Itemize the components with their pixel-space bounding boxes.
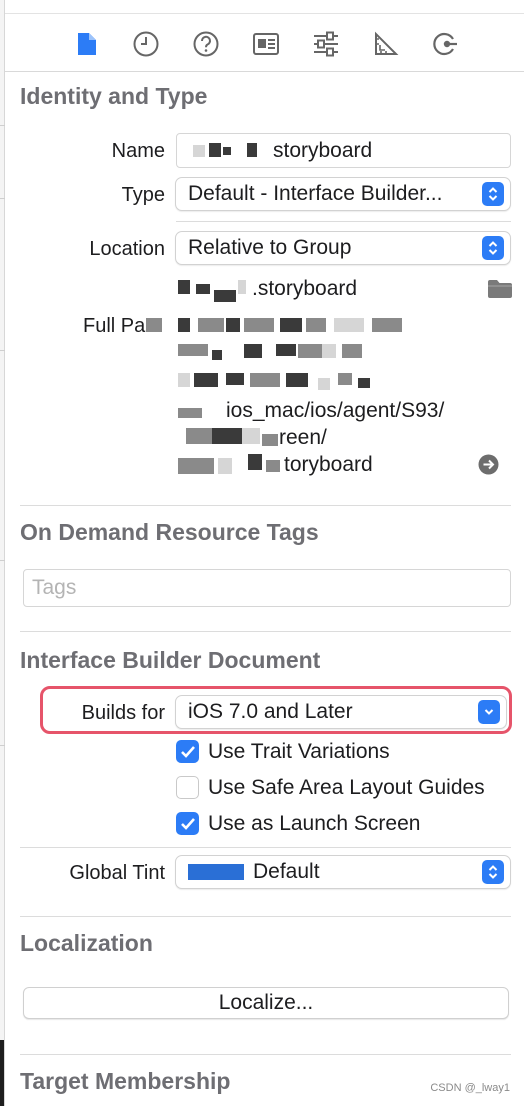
toolbar-divider	[5, 71, 524, 72]
popup-stepper-icon	[482, 860, 504, 884]
identity-inspector-icon[interactable]	[250, 28, 282, 60]
on-demand-title: On Demand Resource Tags	[20, 519, 319, 545]
folder-icon[interactable]	[487, 279, 513, 304]
target-membership-title: Target Membership	[20, 1068, 231, 1094]
redacted-text	[238, 280, 246, 294]
divider	[20, 631, 511, 632]
checkmark-icon	[180, 745, 195, 758]
global-tint-value: Default	[253, 860, 320, 883]
history-inspector-icon[interactable]	[130, 28, 162, 60]
location-file-name: .storyboard	[252, 277, 358, 300]
divider	[20, 1054, 511, 1055]
divider	[20, 505, 511, 506]
use-safe-area-label: Use Safe Area Layout Guides	[208, 776, 485, 799]
connections-inspector-icon[interactable]	[429, 28, 461, 60]
highlight-box	[40, 686, 512, 734]
ib-document-title: Interface Builder Document	[20, 647, 321, 673]
full-path-line: toryboard	[284, 453, 373, 476]
tags-input[interactable]: Tags	[23, 569, 511, 607]
type-label: Type	[121, 184, 165, 206]
checkmark-icon	[180, 817, 195, 830]
name-field[interactable]: storyboard	[176, 133, 511, 168]
popup-stepper-icon	[482, 236, 504, 260]
divider	[20, 847, 511, 848]
quick-help-icon[interactable]	[190, 28, 222, 60]
use-as-launch-screen-label: Use as Launch Screen	[208, 812, 421, 835]
use-safe-area-checkbox[interactable]	[176, 776, 199, 799]
divider	[20, 916, 511, 917]
redacted-text	[189, 141, 273, 161]
popup-stepper-icon	[482, 182, 504, 206]
inspector-toolbar	[5, 22, 524, 66]
file-inspector-icon[interactable]	[71, 28, 103, 60]
identity-and-type-title: Identity and Type	[20, 83, 208, 109]
use-as-launch-screen-checkbox[interactable]	[176, 812, 199, 835]
left-pane-edge	[0, 0, 5, 1106]
divider	[176, 221, 511, 222]
type-value: Default - Interface Builder...	[188, 182, 443, 205]
name-label: Name	[111, 140, 165, 162]
attributes-inspector-icon[interactable]	[310, 28, 342, 60]
watermark: CSDN @_lway1	[430, 1082, 510, 1094]
localization-title: Localization	[20, 930, 153, 956]
size-inspector-icon[interactable]	[370, 28, 402, 60]
full-path-line: ios_mac/ios/agent/S93/	[226, 399, 445, 422]
global-tint-label: Global Tint	[69, 862, 165, 884]
name-value: storyboard	[273, 138, 373, 162]
localize-button[interactable]: Localize...	[23, 987, 509, 1019]
location-value: Relative to Group	[188, 236, 352, 259]
color-swatch	[188, 864, 244, 880]
global-tint-popup[interactable]: Default	[175, 855, 511, 889]
redacted-text	[178, 280, 190, 294]
use-trait-variations-checkbox[interactable]	[176, 740, 199, 763]
redacted-text	[214, 290, 236, 302]
redacted-text	[196, 284, 210, 294]
location-popup[interactable]: Relative to Group	[175, 231, 511, 265]
reveal-in-finder-icon[interactable]	[478, 454, 499, 480]
full-path-label: Full Pa	[83, 315, 146, 337]
use-trait-variations-label: Use Trait Variations	[208, 740, 390, 763]
full-path-line: reen/	[279, 426, 327, 449]
redacted-text	[146, 318, 162, 332]
location-label: Location	[89, 238, 165, 260]
top-divider	[5, 13, 524, 14]
type-popup[interactable]: Default - Interface Builder...	[175, 177, 511, 211]
